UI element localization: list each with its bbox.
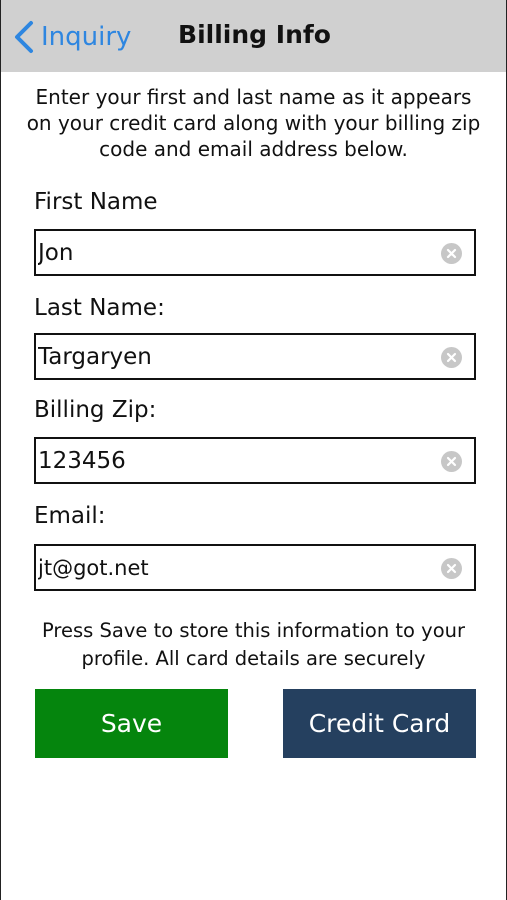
last-name-label: Last Name: (34, 295, 165, 321)
first-name-label: First Name (34, 189, 158, 215)
save-notice-text: Press Save to store this information to … (41, 619, 466, 670)
intro-text: Enter your first and last name as it app… (26, 85, 481, 161)
billing-zip-field[interactable] (34, 437, 476, 484)
email-field[interactable] (34, 544, 476, 591)
billing-zip-input[interactable] (38, 439, 428, 482)
page-title: Billing Info (178, 20, 331, 49)
clear-icon[interactable] (441, 451, 462, 472)
clear-icon[interactable] (441, 347, 462, 368)
save-button[interactable]: Save (35, 689, 228, 758)
email-label: Email: (34, 503, 106, 529)
navigation-bar: Inquiry Billing Info (1, 0, 506, 72)
email-input[interactable] (38, 546, 428, 589)
last-name-field[interactable] (34, 333, 476, 380)
clear-icon[interactable] (441, 558, 462, 579)
billing-info-screen: Inquiry Billing Info Enter your first an… (0, 0, 507, 900)
first-name-input[interactable] (38, 231, 428, 274)
clear-icon[interactable] (441, 243, 462, 264)
first-name-field[interactable] (34, 229, 476, 276)
billing-zip-label: Billing Zip: (34, 397, 157, 423)
last-name-input[interactable] (38, 335, 428, 378)
credit-card-button[interactable]: Credit Card (283, 689, 476, 758)
